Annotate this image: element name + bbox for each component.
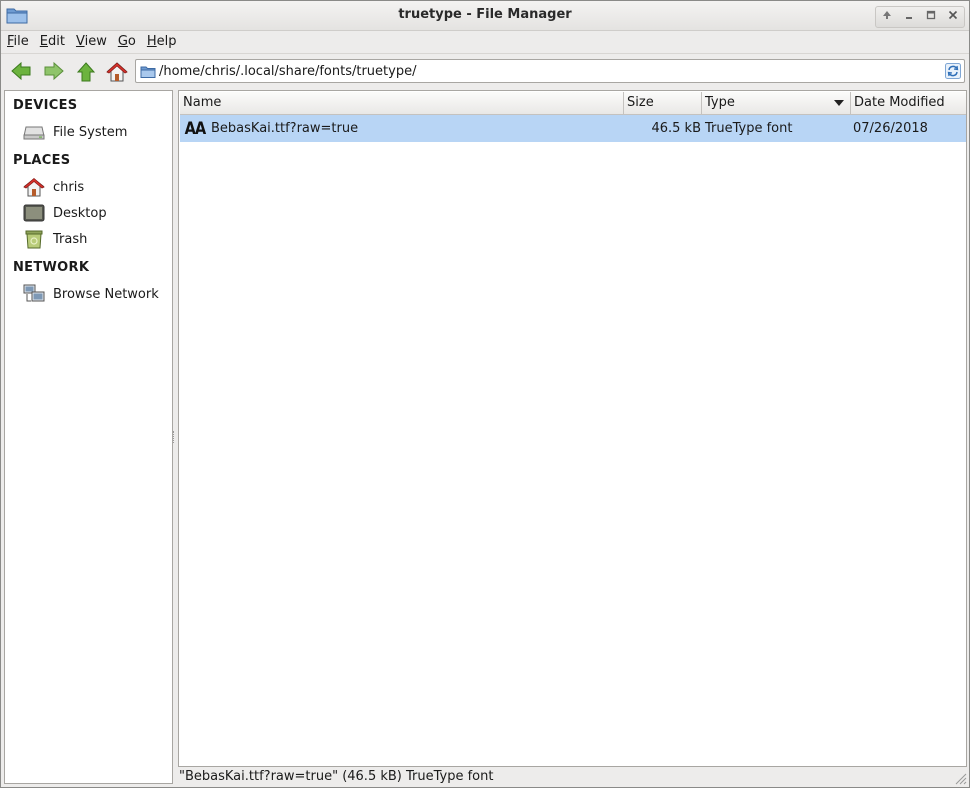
close-button[interactable]	[942, 7, 964, 25]
folder-icon	[140, 66, 156, 78]
menu-help-mnemonic: H	[146, 33, 157, 49]
title-bar[interactable]: truetype - File Manager	[1, 1, 969, 31]
sidebar-item-label: chris	[53, 179, 85, 195]
back-button[interactable]	[8, 59, 34, 85]
forward-button[interactable]	[41, 59, 67, 85]
menu-go[interactable]: Go	[112, 34, 141, 49]
home-folder-icon	[23, 177, 45, 197]
menu-go-label: o	[127, 33, 136, 49]
maximize-icon	[926, 10, 936, 20]
resize-grip-icon[interactable]	[953, 771, 967, 785]
file-name: BebasKai.ttf?raw=true	[211, 121, 359, 136]
sidebar-item-label: Desktop	[53, 205, 107, 221]
sidebar-item-browse-network[interactable]: Browse Network	[23, 283, 169, 305]
sidebar-item-label: File System	[53, 124, 128, 140]
menu-file[interactable]: File	[1, 34, 34, 49]
back-icon	[11, 61, 31, 81]
sidebar-item-desktop[interactable]: Desktop	[23, 202, 169, 224]
sidebar: DEVICES File System PLACES chris Desktop…	[4, 90, 173, 784]
table-row[interactable]: AA BebasKai.ttf?raw=true 46.5 kB TrueTyp…	[180, 115, 966, 142]
toolbar: /home/chris/.local/share/fonts/truetype/	[1, 53, 969, 88]
menu-edit-mnemonic: E	[39, 33, 48, 49]
reload-button[interactable]	[945, 63, 961, 83]
sidebar-item-chris[interactable]: chris	[23, 176, 169, 198]
menu-view-label: iew	[84, 33, 107, 49]
sidebar-item-label: Browse Network	[53, 286, 159, 302]
menu-view[interactable]: View	[70, 34, 112, 49]
close-icon	[948, 10, 958, 20]
window-controls	[875, 6, 965, 28]
up-icon	[883, 11, 891, 19]
sidebar-header-places: PLACES	[13, 153, 71, 168]
menu-help[interactable]: Help	[141, 34, 182, 49]
file-date: 07/26/2018	[853, 121, 928, 136]
maximize-button[interactable]	[920, 7, 942, 25]
desktop-icon	[23, 204, 45, 222]
file-manager-window: truetype - File Manager File Edit View G…	[0, 0, 970, 788]
network-icon	[23, 284, 45, 302]
drive-icon	[23, 126, 45, 140]
column-headers: Name Size Type Date Modified	[180, 92, 966, 115]
sidebar-header-devices: DEVICES	[13, 98, 78, 113]
menu-go-mnemonic: G	[117, 33, 128, 49]
minimize-icon	[906, 17, 912, 19]
menu-bar: File Edit View Go Help	[1, 30, 969, 52]
file-list: Name Size Type Date Modified AA BebasKai…	[178, 90, 967, 767]
menu-view-mnemonic: V	[75, 33, 85, 49]
menu-help-label: elp	[156, 33, 177, 49]
sidebar-item-file-system[interactable]: File System	[23, 121, 169, 143]
sidebar-item-label: Trash	[53, 231, 88, 247]
menu-edit[interactable]: Edit	[34, 34, 70, 49]
trash-icon	[25, 230, 43, 249]
location-bar[interactable]: /home/chris/.local/share/fonts/truetype/	[135, 59, 965, 83]
status-bar: "BebasKai.ttf?raw=true" (46.5 kB) TrueTy…	[1, 767, 969, 787]
sidebar-item-trash[interactable]: Trash	[23, 228, 169, 250]
forward-icon	[44, 61, 64, 81]
font-file-icon: AA	[184, 119, 207, 139]
sort-descending-icon	[834, 100, 844, 106]
home-icon	[106, 62, 128, 82]
reload-icon	[945, 63, 961, 79]
status-text: "BebasKai.ttf?raw=true" (46.5 kB) TrueTy…	[179, 769, 494, 784]
column-header-date[interactable]: Date Modified	[851, 92, 966, 114]
column-header-type[interactable]: Type	[702, 92, 851, 114]
location-path: /home/chris/.local/share/fonts/truetype/	[159, 64, 417, 79]
window-title: truetype - File Manager	[398, 7, 572, 22]
minimize-button[interactable]	[898, 7, 920, 25]
up-button[interactable]	[876, 7, 898, 25]
file-size: 46.5 kB	[651, 121, 701, 136]
parent-folder-button[interactable]	[73, 59, 99, 85]
home-button[interactable]	[104, 59, 130, 85]
column-header-name[interactable]: Name	[180, 92, 624, 114]
column-header-size[interactable]: Size	[624, 92, 702, 114]
menu-file-label: ile	[13, 33, 29, 49]
menu-edit-label: dit	[48, 33, 65, 49]
file-type: TrueType font	[705, 121, 793, 136]
parent-folder-icon	[76, 62, 96, 82]
column-header-type-label: Type	[705, 95, 735, 110]
sidebar-header-network: NETWORK	[13, 260, 90, 275]
